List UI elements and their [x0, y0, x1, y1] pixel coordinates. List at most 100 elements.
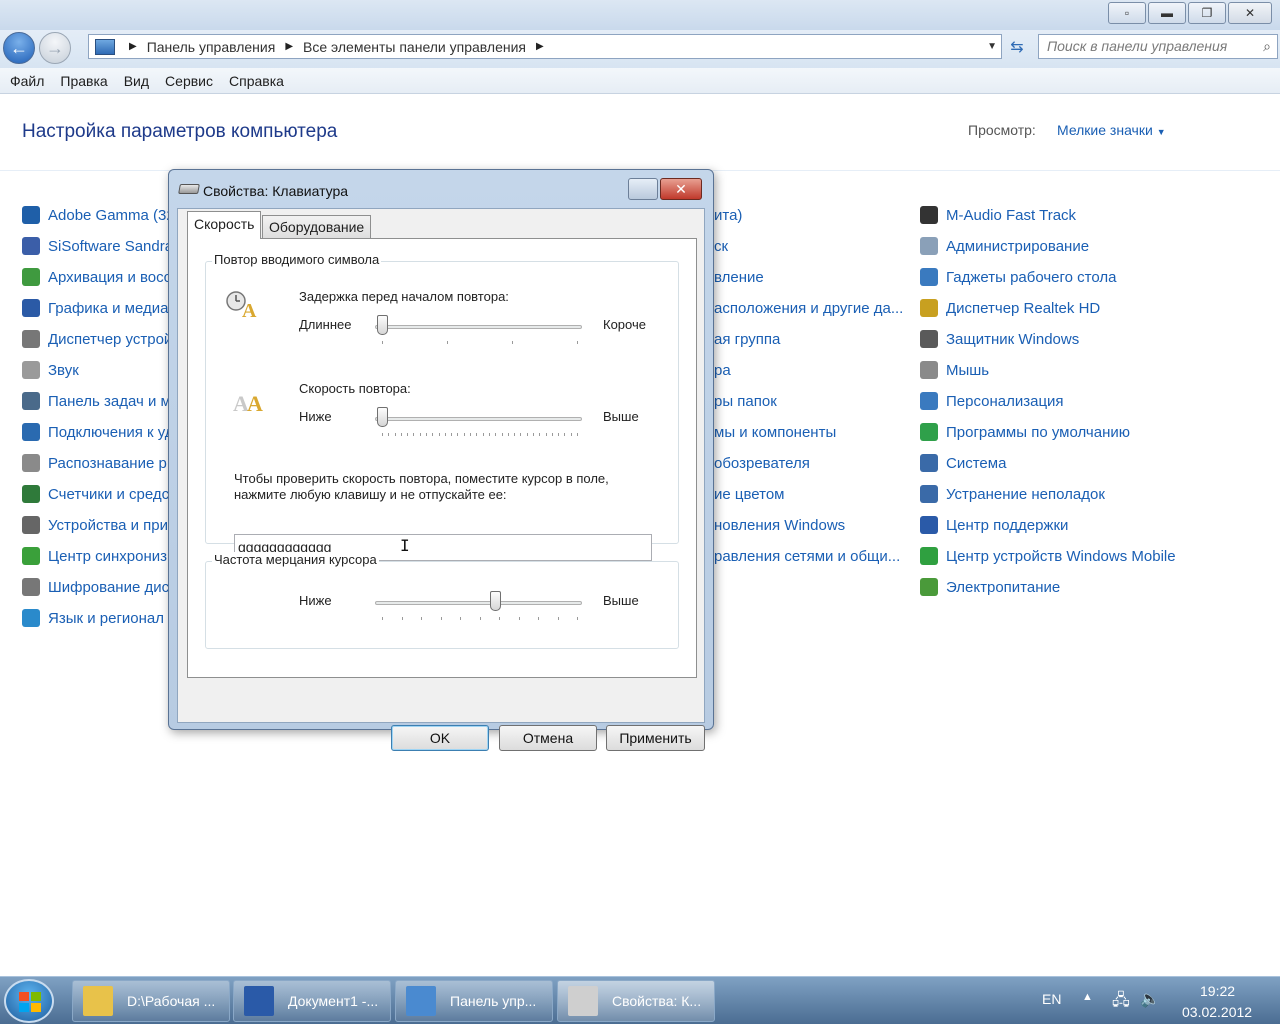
item-label: Adobe Gamma (32 [48, 206, 168, 224]
control-panel-item[interactable]: Язык и регионал [22, 607, 168, 629]
menu-edit[interactable]: Правка [52, 73, 115, 89]
close-button[interactable]: ✕ [1228, 2, 1272, 24]
restore-button[interactable]: ❐ [1188, 2, 1226, 24]
dialog-body: Скорость Оборудование Повтор вводимого с… [177, 208, 705, 751]
taskbar-button[interactable]: Документ1 -... [233, 980, 391, 1022]
taskbar-button[interactable]: Панель упр... [395, 980, 553, 1022]
control-panel-item[interactable]: мы и компоненты [714, 421, 904, 443]
control-panel-item[interactable]: Панель задач и м [22, 390, 168, 412]
control-panel-item[interactable]: Гаджеты рабочего стола [920, 266, 1220, 288]
help-button[interactable]: ▫ [1108, 2, 1146, 24]
delay-slider-ticks [382, 341, 578, 345]
blink-slider-thumb[interactable] [490, 591, 502, 611]
control-panel-item[interactable]: Устранение неполадок [920, 483, 1220, 505]
delay-min-label: Длиннее [299, 317, 352, 332]
audio-device-icon [920, 206, 938, 224]
control-panel-item[interactable]: Подключения к уд [22, 421, 168, 443]
dialog-minimize-button[interactable] [628, 178, 658, 200]
control-panel-item[interactable]: новления Windows [714, 514, 904, 536]
control-panel-item[interactable]: Архивация и восс [22, 266, 168, 288]
control-panel-item[interactable]: Шифрование дис [22, 576, 168, 598]
network-icon[interactable]: 🖧 [1112, 989, 1130, 1016]
control-panel-item[interactable]: Программы по умолчанию [920, 421, 1220, 443]
search-icon[interactable]: ⌕ [1263, 35, 1271, 58]
control-panel-item[interactable]: Распознавание р [22, 452, 168, 474]
control-panel-item[interactable]: ск [714, 235, 904, 257]
menu-view[interactable]: Вид [116, 73, 157, 89]
apply-button[interactable]: Применить [606, 725, 705, 751]
taskbar-button[interactable]: D:\Рабочая ... [72, 980, 230, 1022]
control-panel-item[interactable]: Звук [22, 359, 168, 381]
breadcrumb-control-panel[interactable]: Панель управления [147, 39, 276, 55]
control-panel-item[interactable]: Диспетчер устрой [22, 328, 168, 350]
control-panel-item[interactable]: Защитник Windows [920, 328, 1220, 350]
clock-time[interactable]: 19:22 [1200, 983, 1235, 999]
control-panel-item[interactable]: Персонализация [920, 390, 1220, 412]
minimize-button[interactable]: ▬ [1148, 2, 1186, 24]
control-panel-item[interactable]: ие цветом [714, 483, 904, 505]
rate-min-label: Ниже [299, 409, 332, 424]
control-panel-item[interactable]: Центр устройств Windows Mobile [920, 545, 1220, 567]
forward-button[interactable]: → [39, 32, 71, 64]
control-panel-item[interactable]: равления сетями и общи... [714, 545, 904, 567]
keyboard-icon [568, 986, 598, 1016]
menu-help[interactable]: Справка [221, 73, 292, 89]
control-panel-item[interactable]: Диспетчер Realtek HD [920, 297, 1220, 319]
rate-label: Скорость повтора: [299, 381, 411, 396]
page-title: Настройка параметров компьютера [22, 121, 338, 142]
rate-slider-track[interactable] [375, 417, 582, 421]
chevron-down-icon[interactable]: ▼ [987, 41, 997, 52]
tab-hardware[interactable]: Оборудование [262, 215, 372, 238]
delay-slider-thumb[interactable] [377, 315, 388, 335]
control-panel-item[interactable]: вление [714, 266, 904, 288]
search-input[interactable]: Поиск в панели управления ⌕ [1038, 34, 1278, 59]
address-bar[interactable]: ▶ Панель управления ▶ Все элементы панел… [88, 34, 1002, 59]
breadcrumb-all-items[interactable]: Все элементы панели управления [303, 39, 526, 55]
control-panel-item[interactable]: Графика и медиа [22, 297, 168, 319]
breadcrumb-arrow-icon[interactable]: ▶ [285, 41, 293, 52]
window-titlebar: ▫ ▬ ❐ ✕ [0, 0, 1280, 30]
microphone-icon [22, 454, 40, 472]
language-indicator[interactable]: EN [1042, 991, 1061, 1007]
control-panel-item[interactable]: Электропитание [920, 576, 1220, 598]
control-panel-item[interactable]: Устройства и при [22, 514, 168, 536]
item-label: Звук [48, 361, 79, 379]
taskbar-button[interactable]: Свойства: К... [557, 980, 715, 1022]
control-panel-item[interactable]: Центр поддержки [920, 514, 1220, 536]
control-panel-item[interactable]: ра [714, 359, 904, 381]
menu-tools[interactable]: Сервис [157, 73, 221, 89]
tab-speed[interactable]: Скорость [187, 211, 262, 239]
ok-button[interactable]: OK [391, 725, 489, 751]
control-panel-item[interactable]: M-Audio Fast Track [920, 204, 1220, 226]
start-button[interactable] [4, 979, 54, 1023]
control-panel-item[interactable]: Система [920, 452, 1220, 474]
back-button[interactable]: ← [3, 32, 35, 64]
view-selector[interactable]: Мелкие значки ▼ [1057, 122, 1166, 138]
control-panel-item[interactable]: ая группа [714, 328, 904, 350]
control-panel-item[interactable]: Счетчики и средс [22, 483, 168, 505]
breadcrumb-arrow-icon[interactable]: ▶ [129, 41, 137, 52]
control-panel-item[interactable]: Adobe Gamma (32 [22, 204, 168, 226]
dialog-close-button[interactable]: ✕ [660, 178, 702, 200]
taskbar-button-label: D:\Рабочая ... [127, 993, 216, 1009]
delay-slider-track[interactable] [375, 325, 582, 329]
breadcrumb-arrow-icon[interactable]: ▶ [536, 41, 544, 52]
control-panel-item[interactable]: асположения и другие да... [714, 297, 904, 319]
control-panel-item[interactable]: Администрирование [920, 235, 1220, 257]
control-panel-item[interactable]: ита) [714, 204, 904, 226]
refresh-button[interactable]: ⇆ [1004, 34, 1030, 59]
clock-date[interactable]: 03.02.2012 [1182, 1004, 1252, 1020]
rate-slider-thumb[interactable] [377, 407, 388, 427]
item-label: Устранение неполадок [946, 485, 1105, 503]
blink-slider-track[interactable] [375, 601, 582, 605]
control-panel-item[interactable]: Центр синхрониз [22, 545, 168, 567]
show-hidden-icons-icon[interactable]: ▲ [1082, 991, 1093, 1003]
system-icon [920, 454, 938, 472]
control-panel-item[interactable]: обозревателя [714, 452, 904, 474]
control-panel-item[interactable]: Мышь [920, 359, 1220, 381]
control-panel-item[interactable]: SiSoftware Sandra [22, 235, 168, 257]
volume-icon[interactable]: 🔈 [1140, 989, 1160, 1009]
cancel-button[interactable]: Отмена [499, 725, 597, 751]
control-panel-item[interactable]: ры папок [714, 390, 904, 412]
menu-file[interactable]: Файл [2, 73, 52, 89]
